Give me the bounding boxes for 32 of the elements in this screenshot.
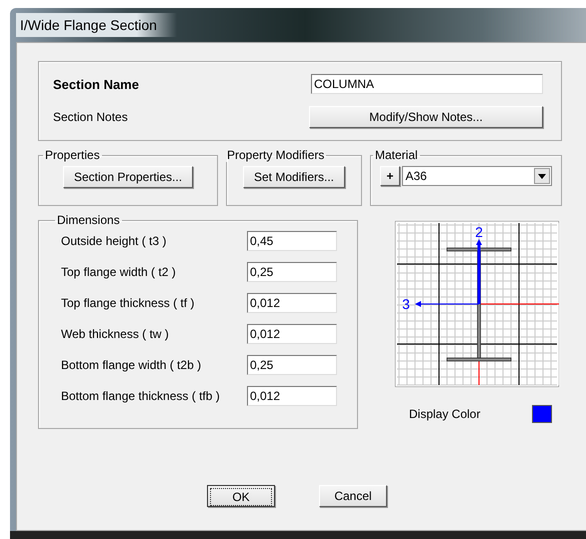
cancel-button[interactable]: Cancel — [319, 485, 387, 507]
window-title: I/Wide Flange Section — [16, 13, 177, 37]
dimension-field[interactable]: 0,012 — [247, 386, 337, 406]
group-title: Properties — [44, 148, 101, 162]
dimension-label: Top flange width ( t2 ) — [61, 265, 176, 279]
material-dropdown[interactable]: A36 — [402, 166, 552, 186]
section-properties-button[interactable]: Section Properties... — [62, 166, 194, 188]
dimension-field[interactable]: 0,25 — [247, 355, 337, 375]
group-title: Property Modifiers — [226, 148, 326, 162]
ok-button[interactable]: OK — [207, 485, 275, 507]
axis-label: 3 — [402, 296, 410, 312]
group-title: Material — [374, 148, 419, 162]
dimension-label: Outside height ( t3 ) — [61, 234, 166, 248]
section-name-field[interactable]: COLUMNA — [311, 74, 543, 94]
dimension-field[interactable]: 0,25 — [247, 262, 337, 282]
set-modifiers-button[interactable]: Set Modifiers... — [242, 166, 346, 188]
add-material-button[interactable]: + — [380, 166, 400, 186]
color-swatch[interactable] — [532, 405, 552, 423]
dimension-label: Web thickness ( tw ) — [61, 327, 169, 341]
dimension-field[interactable]: 0,012 — [247, 293, 337, 313]
dimension-label: Top flange thickness ( tf ) — [61, 296, 194, 310]
dimension-label: Bottom flange thickness ( tfb ) — [61, 389, 220, 403]
section-notes-label: Section Notes — [53, 110, 128, 124]
dimension-field[interactable]: 0,45 — [247, 231, 337, 251]
group-title: Dimensions — [56, 213, 121, 227]
dimension-label: Bottom flange width ( t2b ) — [61, 358, 202, 372]
display-color-label: Display Color — [409, 407, 480, 421]
dropdown-arrow-icon — [538, 174, 546, 178]
modify-notes-button[interactable]: Modify/Show Notes... — [309, 106, 543, 128]
section-name-label: Section Name — [53, 76, 139, 92]
dimension-field[interactable]: 0,012 — [247, 324, 337, 344]
axis-label: 2 — [475, 224, 483, 240]
